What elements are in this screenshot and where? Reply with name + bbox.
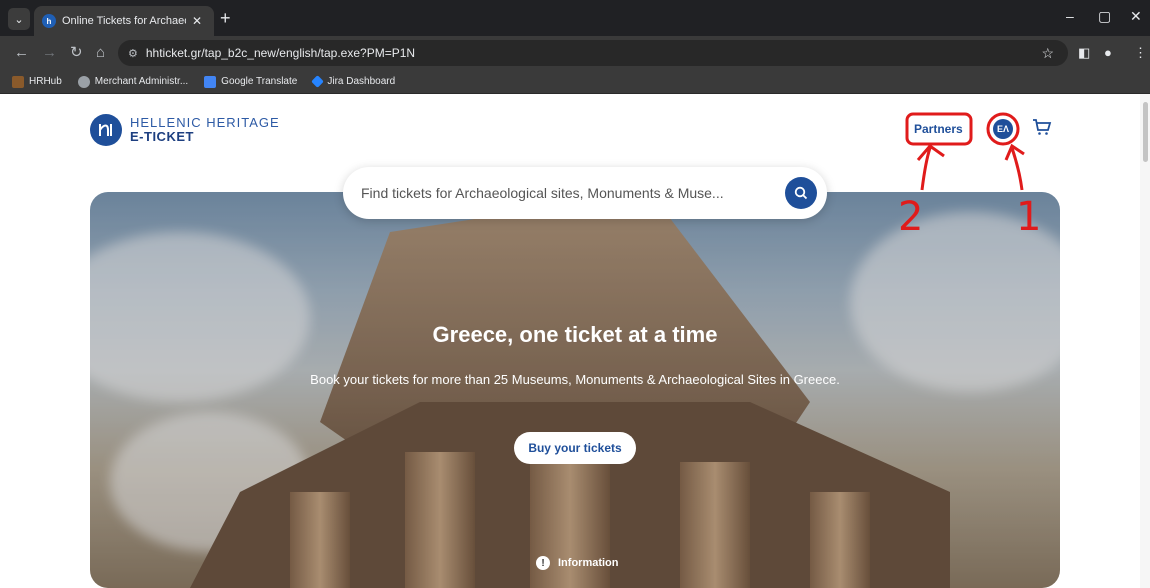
partners-link[interactable]: Partners [914,122,963,136]
tab-title: Online Tickets for Archaeologic [62,15,186,27]
browser-tabbar: ⌄ h Online Tickets for Archaeologic ✕ + … [0,0,1150,36]
logo-text-line1: HELLENIC HERITAGE [130,115,280,130]
search-button[interactable] [785,177,817,209]
bookmarks-bar: HRHub Merchant Administr... Google Trans… [0,70,1150,94]
jira-icon [311,75,325,88]
back-icon[interactable]: ← [14,45,29,61]
bookmark-hrhub[interactable]: HRHub [12,75,62,88]
translate-icon [204,75,217,88]
new-tab-icon[interactable]: + [220,9,231,27]
search-input[interactable] [361,185,761,201]
hero-title: Greece, one ticket at a time [432,322,718,347]
site-favicon-icon: h [42,14,56,28]
close-window-icon[interactable]: ✕ [1130,8,1142,25]
annotation-arrow-2 [916,143,945,191]
annotation-label-1: 1 [1016,194,1042,240]
hero-banner: Greece, one ticket at a time Book your t… [90,192,1060,588]
annotation-arrow-1 [1004,143,1025,191]
bookmark-label: Google Translate [221,76,298,87]
restore-icon[interactable]: ▢ [1098,8,1111,25]
hero-subtitle: Book your tickets for more than 25 Museu… [310,372,840,387]
page-scrollbar[interactable] [1140,94,1150,588]
forward-icon[interactable]: → [42,45,57,61]
buy-tickets-button[interactable]: Buy your tickets [514,432,636,464]
home-icon[interactable]: ⌂ [96,45,105,61]
search-bar [343,167,827,219]
logo-text-line2: E-TICKET [130,129,194,144]
side-panel-icon[interactable]: ◧ [1078,45,1090,61]
tab-close-icon[interactable]: ✕ [192,14,202,28]
cart-icon[interactable] [1032,118,1052,141]
logo-mark-icon [90,114,122,146]
bookmark-label: Merchant Administr... [94,76,189,87]
bookmark-google-translate[interactable]: Google Translate [204,75,298,88]
address-bar[interactable]: ⚙ hhticket.gr/tap_b2c_new/english/tap.ex… [118,40,1068,66]
search-icon [794,186,808,200]
profile-icon[interactable]: ● [1104,45,1112,60]
annotation-label-2: 2 [898,194,924,240]
bookmark-label: HRHub [29,76,62,87]
page-content: HELLENIC HERITAGE E-TICKET Partners ΕΛ G… [0,94,1150,588]
hrhub-icon [12,75,24,88]
information-label: Information [558,557,619,569]
globe-icon [77,75,90,88]
browser-tab[interactable]: h Online Tickets for Archaeologic ✕ [34,6,214,36]
bookmark-star-icon[interactable]: ☆ [1041,45,1054,62]
site-logo[interactable]: HELLENIC HERITAGE E-TICKET [90,114,280,146]
information-link[interactable]: ! Information [536,556,619,570]
tab-list-button[interactable]: ⌄ [8,8,30,30]
site-info-icon[interactable]: ⚙ [128,47,138,60]
bookmark-jira[interactable]: Jira Dashboard [311,75,396,88]
menu-dots-icon[interactable]: ⋮ [1134,45,1147,61]
bookmark-merchant[interactable]: Merchant Administr... [77,75,189,88]
scroll-thumb[interactable] [1143,102,1148,162]
language-switch-button[interactable]: ΕΛ [993,119,1013,139]
bookmark-label: Jira Dashboard [327,76,396,87]
url-text[interactable]: hhticket.gr/tap_b2c_new/english/tap.exe?… [146,46,415,60]
minimize-icon[interactable]: – [1066,8,1074,24]
hero-overlay [90,192,1060,588]
browser-toolbar: ← → ↻ ⌂ ⚙ hhticket.gr/tap_b2c_new/englis… [0,36,1150,70]
reload-icon[interactable]: ↻ [70,45,83,61]
info-icon: ! [536,556,550,570]
